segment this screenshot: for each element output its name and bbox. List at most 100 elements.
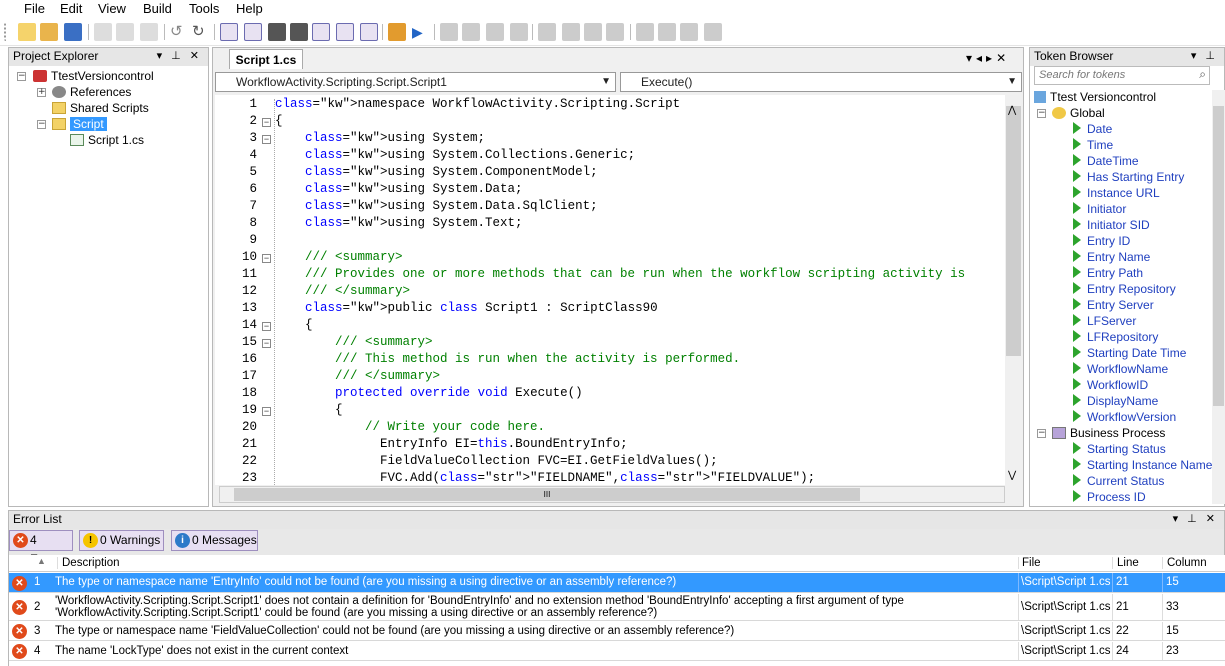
panel-controls[interactable]: ▾ ⊥ ✕: [1173, 511, 1218, 528]
code-line[interactable]: /// <summary>: [275, 335, 433, 349]
token-item[interactable]: Initiator SID: [1073, 218, 1150, 232]
tree-item-script-file[interactable]: Script 1.cs: [70, 133, 144, 148]
token-group-business-process[interactable]: Business Process: [1052, 426, 1165, 441]
build-icon[interactable]: [388, 23, 406, 41]
outdent-icon[interactable]: [584, 23, 602, 41]
tab-script-1[interactable]: Script 1.cs: [229, 49, 303, 69]
code-line[interactable]: class="kw">using System.ComponentModel;: [275, 165, 598, 179]
error-row[interactable]: ✕ 2 'WorkflowActivity.Scripting.Script.Scr…: [9, 594, 1225, 621]
fold-toggle-icon[interactable]: −: [262, 339, 271, 348]
token-item[interactable]: Date: [1073, 122, 1112, 136]
panel-controls[interactable]: ▾ ⊥: [1191, 48, 1218, 65]
view-toggle-icon[interactable]: [220, 23, 238, 41]
fold-toggle-icon[interactable]: −: [262, 135, 271, 144]
step-icon[interactable]: [440, 23, 458, 41]
token-item[interactable]: Starting Date Time: [1073, 346, 1186, 360]
token-icon[interactable]: [360, 23, 378, 41]
code-line[interactable]: class="kw">public class Script1 : Script…: [275, 301, 658, 315]
new-script-icon[interactable]: [18, 23, 36, 41]
indent-icon[interactable]: [606, 23, 624, 41]
messages-filter-button[interactable]: i0 Messages: [171, 530, 258, 551]
step-out-icon[interactable]: [486, 23, 504, 41]
save-icon[interactable]: [64, 23, 82, 41]
tree-root[interactable]: TtestVersioncontrol: [33, 69, 154, 84]
scroll-down-icon[interactable]: ⋁: [1008, 470, 1016, 481]
code-line[interactable]: /// </summary>: [275, 369, 440, 383]
token-item[interactable]: Entry Repository: [1073, 282, 1176, 296]
cut-icon[interactable]: [94, 23, 112, 41]
watch-icon[interactable]: [336, 23, 354, 41]
collapse-icon[interactable]: −: [17, 72, 26, 81]
clear-bookmarks-icon[interactable]: [704, 23, 722, 41]
tree-item-shared-scripts[interactable]: Shared Scripts: [52, 101, 149, 116]
menu-edit[interactable]: Edit: [60, 1, 82, 16]
fold-toggle-icon[interactable]: −: [262, 322, 271, 331]
search-icon[interactable]: ⌕: [1199, 67, 1206, 82]
find-replace-icon[interactable]: [290, 23, 308, 41]
code-line[interactable]: {: [275, 403, 343, 417]
scrollbar-thumb[interactable]: [1006, 106, 1021, 356]
menu-help[interactable]: Help: [236, 1, 263, 16]
code-line[interactable]: /// Provides one or more methods that ca…: [275, 267, 965, 281]
undo-icon[interactable]: ↺: [170, 23, 188, 41]
token-item[interactable]: Has Starting Entry: [1073, 170, 1184, 184]
breakpoint-icon[interactable]: [510, 23, 528, 41]
tab-controls[interactable]: ▾◂▸✕: [966, 51, 1010, 65]
token-item[interactable]: Initiator: [1073, 202, 1126, 216]
error-row[interactable]: ✕ 4 The name 'LockType' does not exist in …: [9, 642, 1225, 661]
next-bookmark-icon[interactable]: [680, 23, 698, 41]
redo-icon[interactable]: ↻: [192, 23, 210, 41]
code-line[interactable]: FVC.Add(class="str">"FIELDNAME",class="s…: [275, 471, 815, 485]
paste-icon[interactable]: [140, 23, 158, 41]
code-line[interactable]: /// </summary>: [275, 284, 410, 298]
token-item[interactable]: Starting Status: [1073, 442, 1166, 456]
code-line[interactable]: class="kw">using System.Data.SqlClient;: [275, 199, 598, 213]
token-item[interactable]: WorkflowID: [1073, 378, 1148, 392]
column-line[interactable]: Line: [1112, 557, 1139, 569]
fold-toggle-icon[interactable]: −: [262, 118, 271, 127]
editor-vertical-scrollbar[interactable]: [1005, 104, 1022, 483]
token-item[interactable]: Entry Name: [1073, 250, 1150, 264]
scrollbar-thumb[interactable]: III: [234, 488, 860, 501]
code-line[interactable]: /// This method is run when the activity…: [275, 352, 740, 366]
warnings-filter-button[interactable]: ! 0 Warnings: [79, 530, 164, 551]
column-column[interactable]: Column: [1162, 557, 1207, 569]
token-item[interactable]: Time: [1073, 138, 1113, 152]
find-icon[interactable]: [268, 23, 286, 41]
token-item[interactable]: Starting Instance Name: [1073, 458, 1212, 472]
error-row[interactable]: ✕ 1 The type or namespace name 'EntryInfo'…: [9, 573, 1225, 593]
error-toggle-icon[interactable]: [244, 23, 262, 41]
token-item[interactable]: WorkflowVersion: [1073, 410, 1176, 424]
error-row[interactable]: ✕ 3 The type or namespace name 'FieldValue…: [9, 622, 1225, 641]
errors-filter-button[interactable]: ✕4 Errors: [9, 530, 73, 566]
code-line[interactable]: class="kw">using System.Text;: [275, 216, 523, 230]
token-item[interactable]: Current Status: [1073, 474, 1164, 488]
menu-file[interactable]: File: [24, 1, 45, 16]
code-line[interactable]: protected override void Execute(): [275, 386, 583, 400]
open-icon[interactable]: [40, 23, 58, 41]
menu-build[interactable]: Build: [143, 1, 172, 16]
run-icon[interactable]: [312, 23, 330, 41]
code-line[interactable]: class="kw">namespace WorkflowActivity.Sc…: [275, 97, 680, 111]
code-line[interactable]: /// <summary>: [275, 250, 403, 264]
token-item[interactable]: Process ID: [1073, 490, 1146, 504]
collapse-icon[interactable]: −: [1037, 429, 1046, 438]
code-line[interactable]: class="kw">using System.Collections.Gene…: [275, 148, 635, 162]
scrollbar-thumb[interactable]: [1213, 106, 1224, 406]
fold-toggle-icon[interactable]: −: [262, 254, 271, 263]
fold-toggle-icon[interactable]: −: [262, 407, 271, 416]
code-area[interactable]: 1 2−3−4 5 6 7 8 9 10−11 12 13 14−15−16 17 18 19−20 21 2…: [215, 95, 1005, 485]
menu-view[interactable]: View: [98, 1, 126, 16]
copy-icon[interactable]: [116, 23, 134, 41]
token-item[interactable]: LFServer: [1073, 314, 1136, 328]
token-item[interactable]: DisplayName: [1073, 394, 1158, 408]
code-line[interactable]: // Write your code here.: [275, 420, 545, 434]
code-line[interactable]: {: [275, 114, 283, 128]
uncomment-icon[interactable]: [562, 23, 580, 41]
code-line[interactable]: class="kw">using System.Data;: [275, 182, 523, 196]
token-group-global[interactable]: Global: [1052, 106, 1105, 121]
class-dropdown[interactable]: WorkflowActivity.Scripting.Script.Script…: [215, 72, 616, 92]
token-item[interactable]: LFRepository: [1073, 330, 1158, 344]
token-search-input[interactable]: Search for tokens ⌕: [1034, 66, 1210, 85]
toolbar-grip[interactable]: [4, 23, 10, 41]
